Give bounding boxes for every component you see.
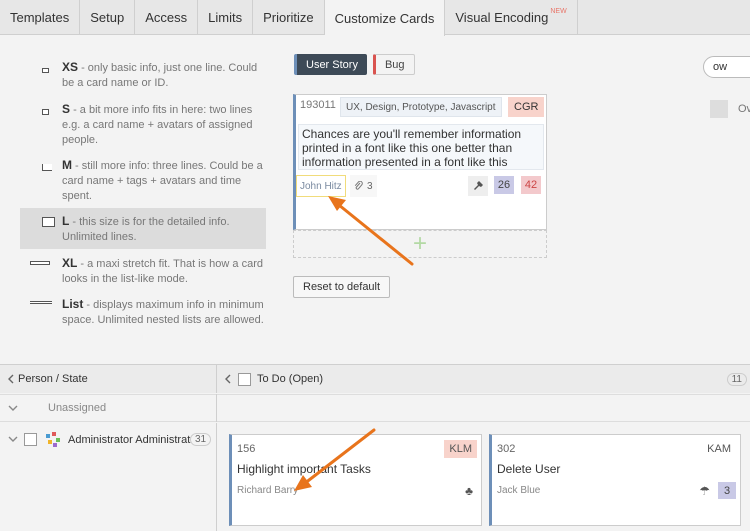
tab-customize-cards[interactable]: Customize Cards (324, 0, 446, 36)
size-name: XS (62, 60, 79, 74)
search-input[interactable]: ow (703, 56, 750, 78)
size-option-m[interactable]: M - still more info: three lines. Could … (20, 158, 266, 205)
column-checkbox[interactable] (238, 372, 251, 386)
column-header[interactable]: To Do (Open) 11 (217, 365, 750, 393)
user-story-button[interactable]: User Story (294, 54, 367, 75)
column-count: 11 (726, 373, 747, 386)
lane-label: Unassigned (48, 402, 107, 414)
size-option-xl[interactable]: XL - a maxi stretch fit. That is how a c… (20, 256, 266, 290)
size-desc: - a maxi stretch fit. That is how a card… (62, 258, 263, 285)
tab-setup[interactable]: Setup (80, 0, 136, 35)
card-attachments[interactable]: 3 (350, 175, 377, 197)
attachment-count: 3 (367, 180, 373, 192)
chevron-left-icon[interactable] (8, 374, 15, 384)
size-desc: - displays maximum info in minimum space… (62, 299, 264, 326)
card-field-icon[interactable] (468, 176, 488, 196)
avatar (46, 432, 60, 447)
tab-prioritize[interactable]: Prioritize (253, 0, 325, 35)
lane-user-name: Administrator Administrator (68, 433, 201, 446)
add-field-zone[interactable]: + (293, 230, 547, 258)
card-owner-badge[interactable]: KLM (444, 440, 477, 458)
settings-tabs: Templates Setup Access Limits Prioritize… (0, 0, 750, 36)
owner-text: Ov (738, 103, 750, 115)
size-s-icon (42, 109, 49, 115)
card-owner-badge[interactable]: KAM (702, 440, 736, 458)
card-id: 156 (237, 443, 256, 455)
size-name: S (62, 102, 71, 116)
tab-label: Setup (90, 10, 125, 25)
size-name: List (62, 297, 84, 311)
size-desc: - a bit more info fits in here: two line… (62, 104, 253, 146)
tab-visual-encoding[interactable]: Visual Encoding NEW (445, 0, 578, 35)
size-option-xs[interactable]: XS - only basic info, just one line. Cou… (20, 60, 266, 94)
size-desc: - still more info: three lines. Could be… (62, 160, 263, 202)
card-preview: 193011 UX, Design, Prototype, Javascript… (293, 94, 547, 230)
lane-checkbox[interactable] (24, 433, 37, 446)
tab-label: Visual Encoding (455, 10, 549, 25)
avatar (710, 100, 728, 118)
lane-header[interactable]: Administrator Administrator (8, 431, 214, 448)
effort-badge: 3 (718, 482, 736, 499)
plus-icon: + (412, 230, 427, 257)
card-owner-badge[interactable]: CGR (508, 97, 545, 117)
size-desc: - only basic info, just one line. Could … (62, 62, 258, 89)
tab-label: Templates (10, 10, 70, 25)
size-l-icon (42, 217, 55, 227)
board-card[interactable]: 156 KLM Highlight important Tasks Richar… (229, 434, 482, 526)
card-title: Highlight important Tasks (237, 462, 371, 476)
size-desc: - this size is for the detailed info. Un… (62, 216, 230, 243)
card-tags[interactable]: UX, Design, Prototype, Javascript (340, 97, 502, 117)
tab-limits[interactable]: Limits (198, 0, 254, 35)
size-option-list[interactable]: List - displays maximum info in minimum … (20, 297, 266, 344)
size-name: XL (62, 256, 78, 270)
time-badge[interactable]: 42 (521, 176, 541, 194)
card-assigned-user[interactable]: John Hitz (296, 175, 346, 197)
chevron-down-icon[interactable] (8, 405, 18, 412)
card-id: 302 (497, 443, 516, 455)
board-card[interactable]: 302 KAM Delete User Jack Blue ☂ 3 (489, 434, 741, 526)
paperclip-icon (354, 181, 363, 190)
tab-templates[interactable]: Templates (0, 0, 81, 35)
new-badge: NEW (550, 8, 567, 15)
size-xl-icon (30, 261, 50, 265)
lane-unassigned: Unassigned (0, 394, 750, 422)
card-title: Delete User (497, 462, 561, 476)
size-xs-icon (42, 68, 49, 73)
size-name: M (62, 158, 72, 172)
gear-icon (474, 181, 483, 190)
effort-badge[interactable]: 26 (494, 176, 514, 194)
bug-button[interactable]: Bug (372, 54, 415, 75)
size-m-icon (42, 164, 52, 171)
chevron-down-icon[interactable] (8, 436, 18, 443)
card-name[interactable]: Chances are you'll remember information … (298, 124, 544, 170)
axis-header-label: Person / State (18, 373, 88, 385)
tab-access[interactable]: Access (135, 0, 199, 35)
tab-label: Customize Cards (334, 10, 435, 26)
entity-type-tabs: User Story Bug (294, 54, 415, 75)
umbrella-icon: ☂ (699, 484, 710, 498)
column-title: To Do (Open) (257, 373, 324, 385)
reset-to-default-button[interactable]: Reset to default (293, 276, 391, 298)
tab-label: Access (145, 10, 188, 25)
chevron-left-icon[interactable] (225, 374, 232, 384)
lane-count: 31 (190, 433, 212, 446)
size-list-icon (30, 301, 52, 304)
card-assigned-user: Jack Blue (497, 485, 541, 496)
clover-icon: ♣ (465, 484, 473, 498)
tab-label: Limits (208, 10, 243, 25)
card-id: 193011 (300, 99, 336, 111)
size-option-l[interactable]: L - this size is for the detailed info. … (20, 208, 266, 249)
axis-header-left[interactable]: Person / State (0, 365, 217, 393)
size-option-s[interactable]: S - a bit more info fits in here: two li… (20, 102, 266, 149)
tab-label: Prioritize (263, 10, 314, 25)
card-assigned-user: Richard Barry (237, 485, 299, 496)
